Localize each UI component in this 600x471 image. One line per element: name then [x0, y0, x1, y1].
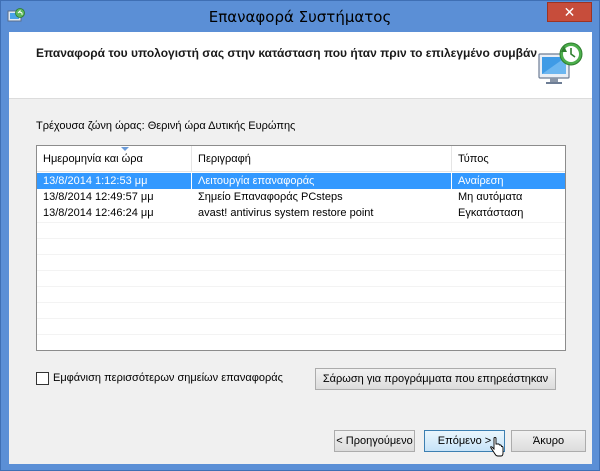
restore-computer-icon: [538, 42, 583, 84]
show-more-checkbox[interactable]: [36, 372, 49, 385]
empty-row: [37, 302, 565, 318]
empty-row: [37, 270, 565, 286]
empty-row: [37, 334, 565, 350]
row-type: Εγκατάσταση: [458, 207, 524, 219]
row-description: Σημείο Επαναφοράς PCsteps: [198, 191, 343, 203]
column-description[interactable]: Περιγραφή: [192, 146, 452, 172]
title-bar[interactable]: Επαναφορά Συστήματος ✕: [1, 1, 599, 31]
empty-row: [37, 238, 565, 254]
row-description: avast! antivirus system restore point: [198, 207, 374, 219]
table-header: Ημερομηνία και ώρα Περιγραφή Τύπος: [37, 146, 565, 172]
timezone-label: Τρέχουσα ζώνη ώρας: Θερινή ώρα Δυτικής Ε…: [36, 120, 296, 132]
show-more-label[interactable]: Εμφάνιση περισσότερων σημείων επαναφοράς: [53, 372, 283, 385]
empty-row: [37, 286, 565, 302]
row-type: Αναίρεση: [458, 175, 504, 187]
restore-points-table[interactable]: Ημερομηνία και ώρα Περιγραφή Τύπος 13/8/…: [36, 145, 566, 351]
column-type[interactable]: Τύπος: [452, 146, 565, 172]
close-button[interactable]: ✕: [547, 2, 592, 22]
dialog-body: Επαναφορά του υπολογιστή σας στην κατάστ…: [9, 32, 592, 464]
window-title: Επαναφορά Συστήματος: [208, 8, 392, 26]
row-type: Μη αυτόματα: [458, 191, 523, 203]
row-date: 13/8/2014 12:46:24 μμ: [43, 207, 154, 219]
row-date: 13/8/2014 1:12:53 μμ: [43, 175, 148, 187]
table-row[interactable]: 13/8/2014 1:12:53 μμ Λειτουργία επαναφορ…: [37, 173, 565, 189]
column-date[interactable]: Ημερομηνία και ώρα: [37, 146, 192, 172]
scan-affected-programs-button[interactable]: Σάρωση για προγράμματα που επηρεάστηκαν: [315, 368, 556, 390]
empty-row: [37, 222, 565, 238]
system-restore-window: Επαναφορά Συστήματος ✕ Επαναφορά του υπο…: [0, 0, 600, 471]
table-row[interactable]: 13/8/2014 12:46:24 μμ avast! antivirus s…: [37, 205, 565, 221]
mouse-pointer-icon: [490, 437, 504, 457]
empty-row: [37, 254, 565, 270]
row-description: Λειτουργία επαναφοράς: [198, 175, 315, 187]
empty-row: [37, 318, 565, 334]
table-row[interactable]: 13/8/2014 12:49:57 μμ Σημείο Επαναφοράς …: [37, 189, 565, 205]
header-band: Επαναφορά του υπολογιστή σας στην κατάστ…: [9, 32, 592, 99]
row-date: 13/8/2014 12:49:57 μμ: [43, 191, 154, 203]
header-instruction: Επαναφορά του υπολογιστή σας στην κατάστ…: [36, 46, 538, 60]
cancel-button[interactable]: Άκυρο: [511, 430, 586, 452]
back-button[interactable]: < Προηγούμενο: [334, 430, 415, 452]
